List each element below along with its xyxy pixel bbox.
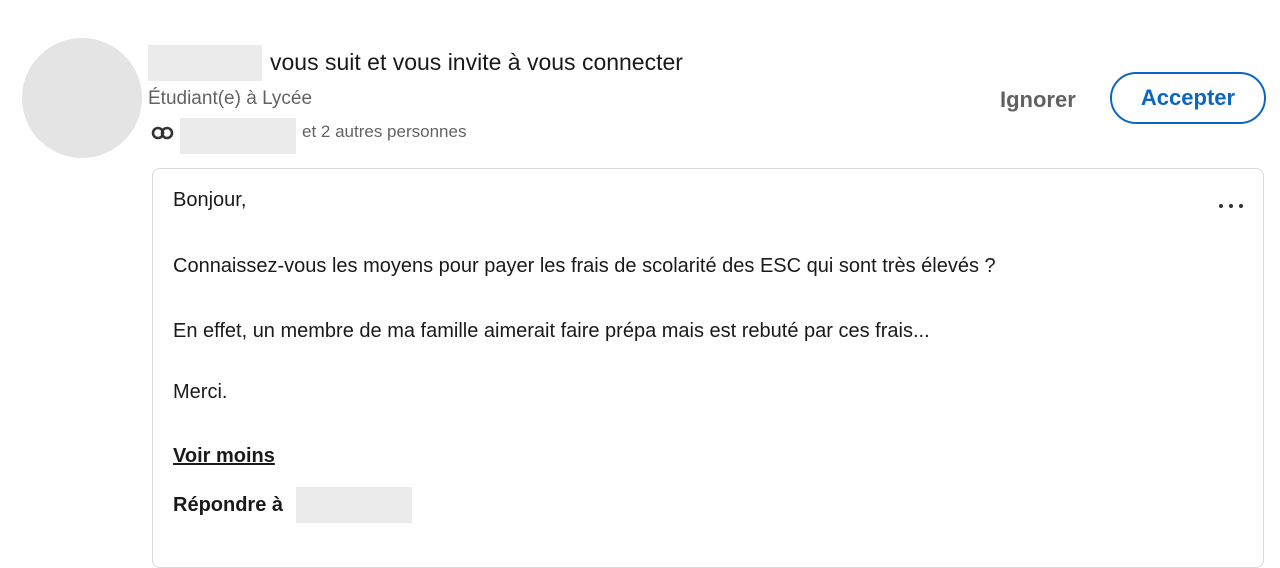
more-options-icon[interactable]	[1217, 199, 1245, 213]
message-greeting: Bonjour,	[173, 189, 247, 211]
invitation-headline: vous suit et vous invite à vous connecte…	[270, 49, 683, 75]
message-body-line: Connaissez-vous les moyens pour payer le…	[173, 255, 996, 277]
sender-title: Étudiant(e) à Lycée	[148, 88, 313, 109]
mutual-connections-icon	[151, 126, 174, 140]
redacted-sender-name[interactable]	[148, 45, 262, 81]
ignore-button[interactable]: Ignorer	[986, 78, 1090, 122]
message-card: Bonjour, Connaissez-vous les moyens pour…	[152, 168, 1264, 568]
reply-to-label: Répondre à	[173, 494, 284, 516]
sender-avatar[interactable]	[22, 38, 142, 158]
message-body-line: En effet, un membre de ma famille aimera…	[173, 320, 930, 342]
accept-button[interactable]: Accepter	[1110, 72, 1266, 124]
redacted-mutual-connection[interactable]	[180, 118, 296, 154]
redacted-reply-recipient[interactable]	[296, 487, 412, 523]
mutual-connections-text[interactable]: et 2 autres personnes	[302, 122, 466, 142]
message-signoff: Merci.	[173, 381, 228, 403]
see-less-link[interactable]: Voir moins	[173, 445, 275, 468]
